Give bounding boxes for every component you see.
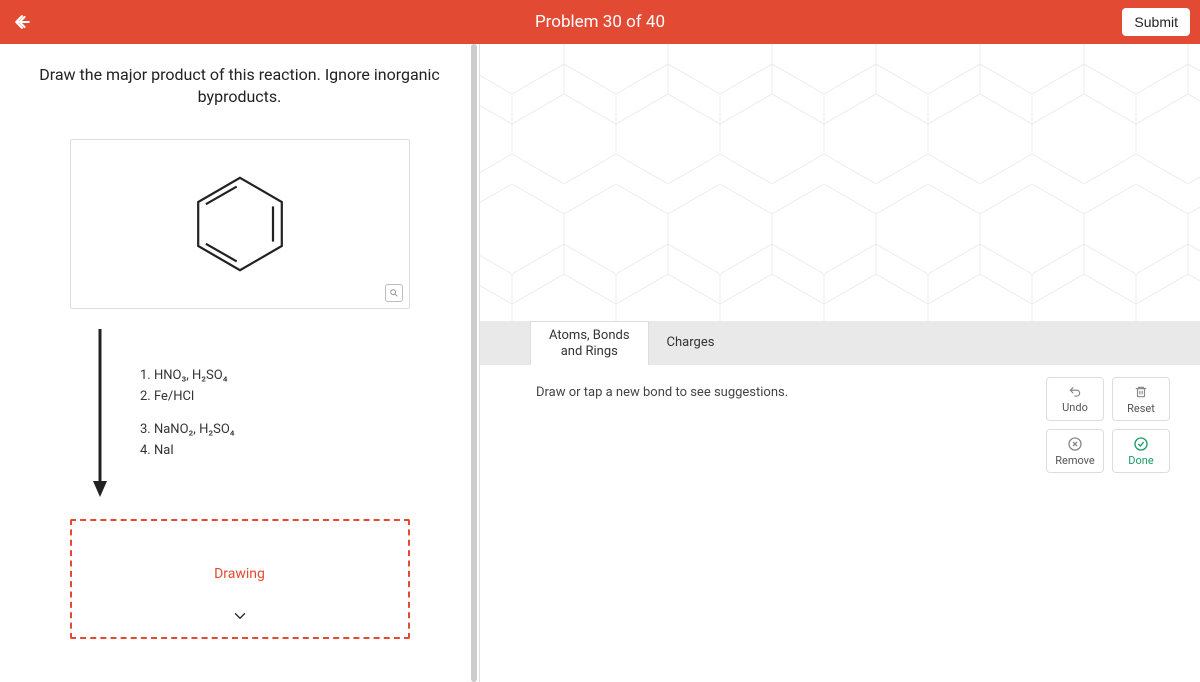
drawing-canvas[interactable]: Drag To Pan + − .zoom-controls{right:10p… [480, 44, 1200, 321]
scrollbar[interactable] [471, 44, 477, 682]
tool-tabs: Atoms, Bonds and Rings Charges [480, 321, 1200, 365]
benzene-icon [185, 169, 295, 279]
undo-icon [1067, 385, 1083, 399]
reagents-list: 1. HNO₃, H₂SO₄ 2. Fe/HCl 3. NaNO₂, H₂SO₄… [140, 366, 235, 461]
hex-grid-icon [480, 44, 1200, 321]
x-circle-icon [1067, 436, 1083, 452]
reagent-1: 1. HNO₃, H₂SO₄ [140, 366, 235, 387]
reaction-arrow-icon [90, 329, 110, 499]
tool-panel: Draw or tap a new bond to see suggestion… [480, 365, 1200, 682]
reset-button[interactable]: Reset [1112, 377, 1170, 421]
remove-button[interactable]: Remove [1046, 429, 1104, 473]
submit-button[interactable]: Submit [1122, 8, 1190, 36]
problem-prompt: Draw the major product of this reaction.… [30, 64, 449, 109]
drawing-target[interactable]: Drawing [70, 519, 410, 639]
reagent-4: 4. NaI [140, 441, 235, 462]
back-button[interactable] [10, 10, 34, 34]
tab-charges[interactable]: Charges [649, 321, 733, 365]
chevron-down-icon[interactable] [231, 607, 249, 629]
done-button[interactable]: Done [1112, 429, 1170, 473]
problem-panel: Draw the major product of this reaction.… [0, 44, 480, 682]
tab-atoms-bonds-rings[interactable]: Atoms, Bonds and Rings [530, 321, 649, 366]
zoom-icon[interactable] [385, 284, 403, 302]
check-circle-icon [1133, 436, 1149, 452]
reagent-2: 2. Fe/HCl [140, 387, 235, 408]
drawing-label: Drawing [214, 566, 265, 582]
page-title: Problem 30 of 40 [535, 12, 665, 32]
reagent-3: 3. NaNO₂, H₂SO₄ [140, 420, 235, 441]
reactant-structure [70, 139, 410, 309]
undo-button[interactable]: Undo [1046, 377, 1104, 421]
trash-icon [1134, 384, 1148, 400]
